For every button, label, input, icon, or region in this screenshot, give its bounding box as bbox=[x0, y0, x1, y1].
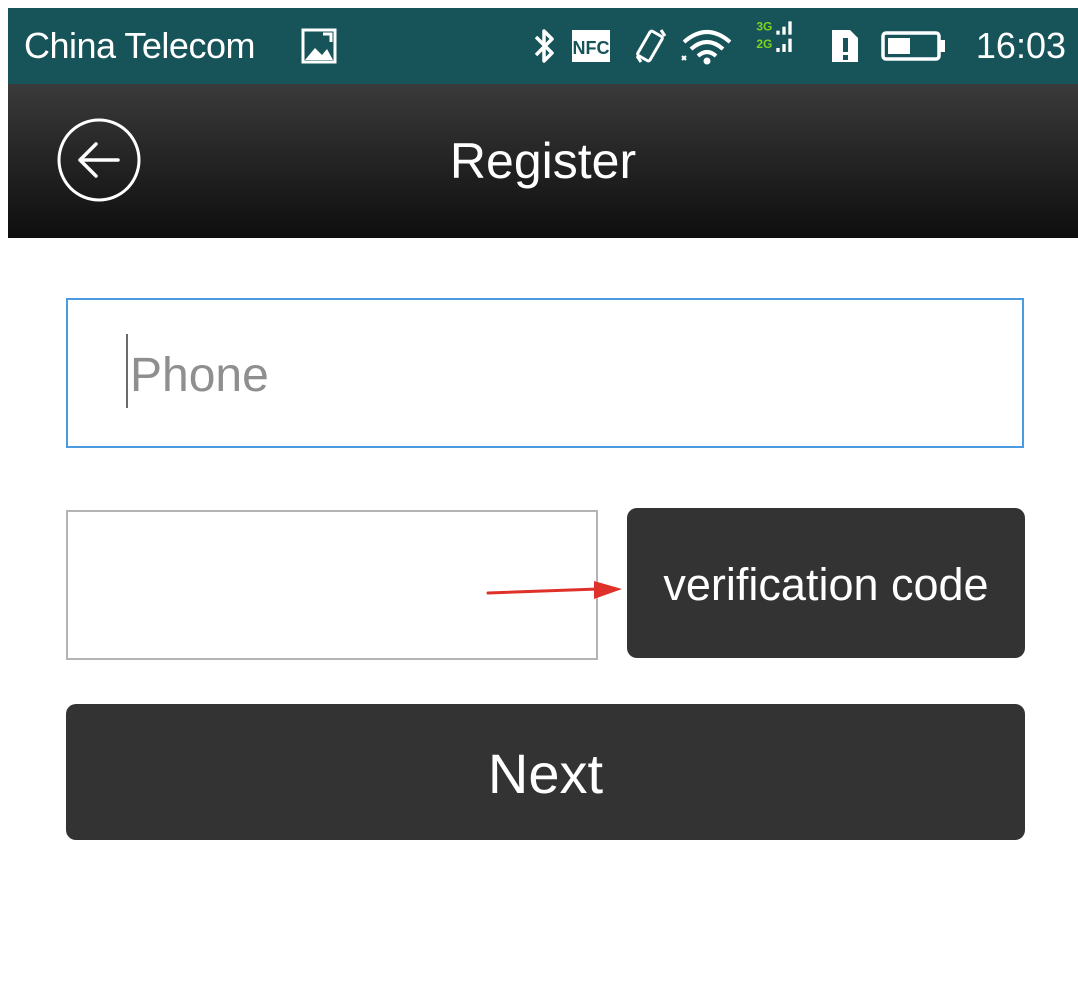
verification-code-button[interactable]: verification code bbox=[627, 508, 1025, 658]
signal-icon: 3G 2G bbox=[756, 20, 792, 52]
text-cursor bbox=[126, 334, 128, 408]
bluetooth-icon bbox=[534, 29, 554, 63]
sim-alert-icon bbox=[832, 30, 858, 62]
svg-text:NFC: NFC bbox=[573, 38, 610, 58]
phone-input[interactable]: Phone bbox=[66, 298, 1024, 448]
status-clock: 16:03 bbox=[975, 25, 1066, 66]
next-button[interactable]: Next bbox=[66, 704, 1025, 840]
svg-text:2G: 2G bbox=[756, 37, 772, 51]
carrier-name: China Telecom bbox=[24, 25, 255, 66]
nfc-icon: NFC bbox=[572, 30, 610, 62]
annotation-arrow-icon bbox=[486, 581, 622, 599]
title-bar: Register bbox=[8, 84, 1078, 238]
phone-placeholder: Phone bbox=[130, 349, 269, 402]
battery-icon bbox=[881, 31, 945, 61]
wifi-icon bbox=[681, 30, 732, 65]
page-title: Register bbox=[449, 133, 637, 189]
svg-text:3G: 3G bbox=[756, 20, 772, 34]
vibrate-icon bbox=[635, 29, 667, 63]
status-bar: China Telecom NFC 3G 2G 16:03 bbox=[8, 8, 1078, 84]
image-icon bbox=[301, 28, 337, 64]
